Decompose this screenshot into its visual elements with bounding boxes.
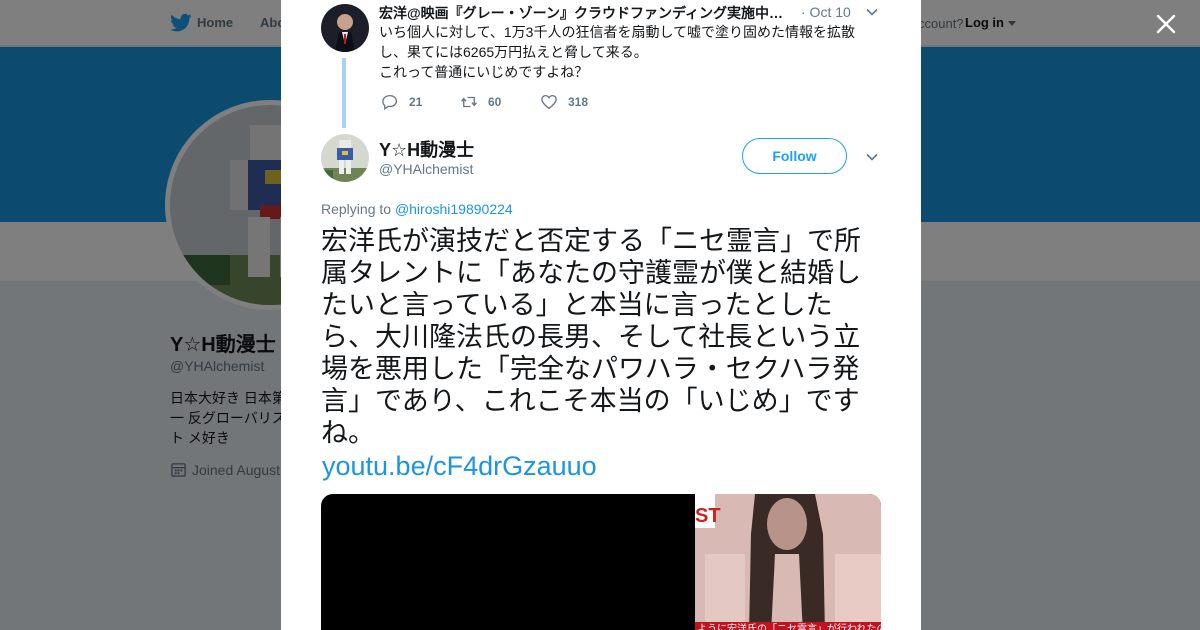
tweet-author-name[interactable]: Y☆H動漫士 <box>379 136 474 162</box>
tweet-modal: 宏洋@映画『グレー・ゾーン』クラウドファンディング実施中… · Oct 10 い… <box>281 0 921 630</box>
close-icon[interactable] <box>1154 12 1178 36</box>
chevron-down-icon[interactable] <box>866 8 878 16</box>
replying-to: Replying to @hiroshi19890224 <box>321 201 513 217</box>
retweet-count: 60 <box>488 95 502 109</box>
tweet-author-avatar[interactable] <box>321 134 369 182</box>
tweet-author-handle[interactable]: @YHAlchemist <box>379 161 473 177</box>
reply-button[interactable]: 21 <box>381 93 422 111</box>
tweet-text: 宏洋氏が演技だと否定する「ニセ霊言」で所属タレントに「あなたの守護霊が僕と結婚し… <box>321 226 861 449</box>
avatar-photo <box>321 4 369 52</box>
tweet-link[interactable]: youtu.be/cF4drGzauuo <box>322 450 597 482</box>
follow-button[interactable]: Follow <box>742 138 847 174</box>
chevron-down-icon[interactable] <box>866 153 878 161</box>
thread-connector <box>342 58 346 128</box>
parent-text-line: いち個人に対して、1万3千人の狂信者を扇動して嘘で塗り固めた情報を拡散 <box>379 24 856 40</box>
retweet-icon <box>460 96 478 108</box>
parent-text-line: し、果てには6265万円払えと脅して来る。 <box>379 44 648 60</box>
parent-text-line: これって普通にいじめですよね？ <box>379 64 589 80</box>
parent-author-avatar[interactable] <box>321 4 369 52</box>
parent-tweet-text: いち個人に対して、1万3千人の狂信者を扇動して嘘で塗り固めた情報を拡散 し、果て… <box>379 22 869 82</box>
replying-to-link[interactable]: @hiroshi19890224 <box>395 201 513 217</box>
parent-author-name[interactable]: 宏洋@映画『グレー・ゾーン』クラウドファンディング実施中… <box>379 3 789 23</box>
like-count: 318 <box>568 95 589 109</box>
retweet-button[interactable]: 60 <box>460 93 501 111</box>
svg-text:ST: ST <box>695 505 721 527</box>
like-button[interactable]: 318 <box>540 93 588 111</box>
parent-timestamp[interactable]: · Oct 10 <box>801 4 851 20</box>
replying-to-label: Replying to <box>321 201 392 217</box>
heart-icon <box>541 94 557 110</box>
video-caption: ように宏洋氏の「ニセ霊言」が行われたのか？ <box>697 622 881 630</box>
reply-count: 21 <box>409 95 423 109</box>
video-card[interactable]: ST ように宏洋氏の「ニセ霊言」が行われたのか？ <box>321 494 881 630</box>
video-frame-image: ST ように宏洋氏の「ニセ霊言」が行われたのか？ <box>695 494 881 630</box>
video-thumbnail: ST ように宏洋氏の「ニセ霊言」が行われたのか？ <box>695 494 881 630</box>
avatar-photo <box>321 134 369 182</box>
reply-icon <box>382 94 398 110</box>
